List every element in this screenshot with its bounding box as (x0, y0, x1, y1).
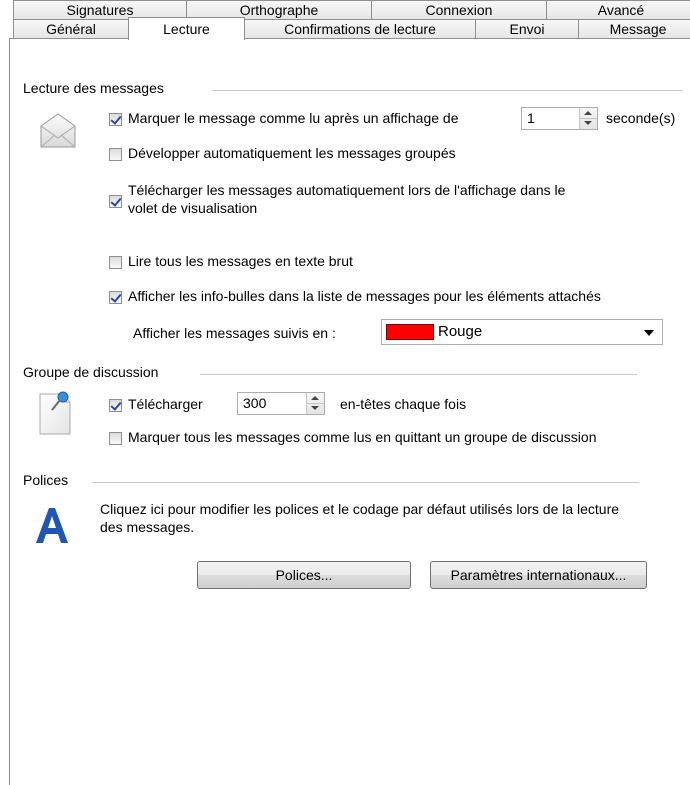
active-tab-joint (129, 38, 244, 40)
auto-download-checkbox[interactable] (109, 195, 122, 208)
tab-envoi[interactable]: Envoi (475, 19, 579, 38)
pinned-note-icon (39, 391, 71, 435)
mark-all-read-label: Marquer tous les messages comme lus en q… (128, 429, 597, 445)
watched-color-value: Rouge (438, 323, 483, 340)
newsgroup-download-checkbox[interactable] (109, 399, 122, 412)
tab-general[interactable]: Général (13, 19, 129, 38)
mark-all-read-checkbox[interactable] (109, 432, 122, 445)
fonts-button[interactable]: Polices... (197, 561, 411, 589)
tab-message[interactable]: Message (578, 19, 690, 38)
spinner-arrows-icon[interactable] (579, 108, 597, 129)
envelope-icon (40, 113, 76, 148)
headers-unit-label: en-têtes chaque fois (340, 396, 467, 412)
fonts-description-line2: des messages. (100, 519, 195, 535)
fonts-description-line1: Cliquez ici pour modifier les polices et… (100, 501, 620, 517)
seconds-unit-label: seconde(s) (606, 110, 676, 126)
mark-read-label: Marquer le message comme lu après un aff… (128, 110, 459, 126)
fonts-group-line (92, 482, 639, 483)
fonts-group-header: Polices (23, 472, 75, 488)
watched-messages-label: Afficher les messages suivis en : (133, 325, 336, 341)
chevron-down-icon[interactable] (644, 330, 654, 336)
plain-text-checkbox[interactable] (109, 256, 122, 269)
tab-confirmations[interactable]: Confirmations de lecture (244, 19, 476, 38)
newsgroup-group-line (200, 374, 637, 375)
reading-group-header: Lecture des messages (23, 80, 170, 96)
tooltips-label: Afficher les info-bulles dans la liste d… (128, 288, 601, 304)
mark-read-checkbox[interactable] (109, 113, 122, 126)
auto-download-label-line2: volet de visualisation (128, 200, 258, 216)
tab-lecture[interactable]: Lecture (128, 17, 245, 40)
plain-text-label: Lire tous les messages en texte brut (128, 253, 353, 269)
reading-group-line (212, 90, 682, 91)
tab-panel-top-border (9, 38, 690, 39)
international-settings-button[interactable]: Paramètres internationaux... (430, 561, 647, 589)
tab-panel-left-border (9, 38, 10, 785)
mark-read-seconds-value: 1 (527, 110, 535, 126)
tab-avance[interactable]: Avancé (546, 0, 690, 19)
auto-download-label-line1: Télécharger les messages automatiquement… (128, 182, 566, 198)
spinner-arrows-icon[interactable] (306, 393, 324, 414)
color-swatch (386, 324, 434, 340)
expand-groups-label: Développer automatiquement les messages … (128, 145, 456, 161)
expand-groups-checkbox[interactable] (109, 148, 122, 161)
newsgroup-download-label: Télécharger (128, 396, 203, 412)
font-a-icon (36, 508, 68, 543)
newsgroup-header: Groupe de discussion (23, 364, 165, 380)
mark-read-seconds-spinner[interactable]: 1 (521, 107, 598, 130)
headers-count-value: 300 (243, 395, 267, 411)
tooltips-checkbox[interactable] (109, 291, 122, 304)
tab-connexion[interactable]: Connexion (371, 0, 547, 19)
watched-color-select[interactable]: Rouge (381, 319, 663, 345)
headers-count-spinner[interactable]: 300 (237, 392, 325, 415)
